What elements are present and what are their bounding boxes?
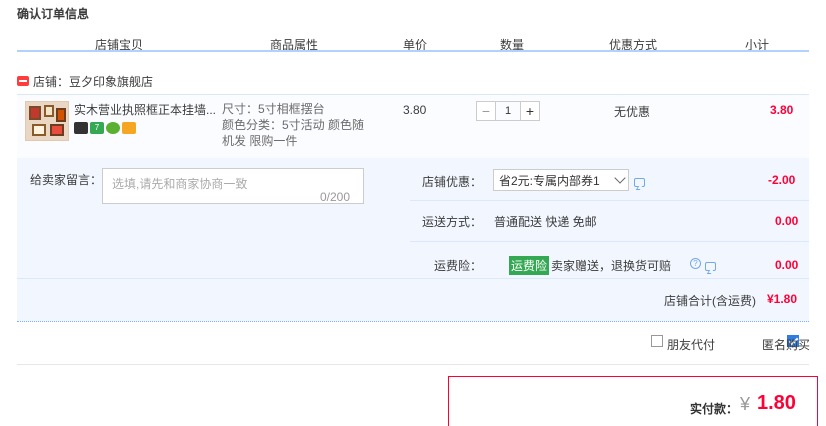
chat-icon[interactable]: [634, 178, 645, 187]
message-placeholder: 选填,请先和商家协商一致: [112, 177, 248, 191]
insurance-value: 0.00: [775, 258, 799, 272]
attr-line: 机发 限购一件: [222, 134, 298, 148]
chat-icon[interactable]: [704, 262, 716, 271]
payment-label: 实付款：: [690, 402, 739, 416]
insurance-tag: 运费险: [509, 256, 550, 275]
shop-total-value: ¥1.80: [767, 292, 798, 306]
bottom-divider: [17, 364, 809, 365]
page-title: 确认订单信息: [17, 7, 90, 21]
shop-total-label: 店铺合计(含运费): [664, 294, 756, 308]
options-divider: [17, 278, 809, 279]
quantity-stepper: − 1 +: [476, 101, 540, 121]
message-label: 给卖家留言：: [30, 173, 103, 187]
chevron-down-icon: [614, 172, 626, 184]
anonymous-label[interactable]: 匿名购买: [762, 336, 810, 353]
seven-day-return-icon[interactable]: 7: [90, 122, 104, 134]
seller-badge-icon[interactable]: [74, 122, 88, 134]
shop-discount-value: -2.00: [768, 173, 796, 187]
shop-name-link[interactable]: 豆夕印象旗舰店: [69, 73, 153, 90]
payment-amount: 1.80: [757, 392, 796, 414]
shipping-value: 0.00: [775, 214, 799, 228]
product-title-link[interactable]: 实木营业执照框正本挂墙...: [74, 101, 220, 118]
decrease-quantity-button[interactable]: −: [476, 101, 496, 121]
friend-pay-label[interactable]: 朋友代付: [667, 336, 715, 353]
product-thumbnail[interactable]: [25, 101, 69, 141]
help-icon[interactable]: ?: [690, 258, 701, 269]
shop-row: 店铺： 豆夕印象旗舰店: [17, 72, 153, 90]
shipping-label: 运送方式：: [422, 215, 483, 229]
insurance-text: 卖家赠送，退换货可赔: [551, 259, 672, 273]
item-subtotal: 3.80: [770, 103, 794, 117]
attr-line: 颜色分类：5寸活动 颜色随: [222, 118, 365, 132]
attr-line: 尺寸：5寸相框摆台: [222, 102, 325, 116]
card-payment-icon[interactable]: [122, 122, 136, 134]
shop-discount-label: 店铺优惠：: [422, 175, 483, 189]
payment-currency: ¥: [740, 394, 751, 414]
shop-icon: [17, 76, 29, 86]
quality-badge-icon[interactable]: [106, 122, 120, 134]
service-badges: 7: [74, 122, 136, 134]
increase-quantity-button[interactable]: +: [520, 101, 540, 121]
friend-pay-checkbox[interactable]: [651, 335, 663, 347]
options-divider: [410, 241, 809, 242]
unit-price: 3.80: [403, 103, 427, 117]
message-char-count: 0/200: [320, 190, 351, 204]
product-attributes: 尺寸：5寸相框摆台 颜色分类：5寸活动 颜色随 机发 限购一件: [222, 101, 372, 149]
discount-method: 无优惠: [614, 105, 651, 119]
quantity-input[interactable]: 1: [496, 101, 520, 121]
insurance-label: 运费险：: [434, 259, 483, 273]
shop-discount-select[interactable]: 省2元:专属内部券1: [493, 169, 629, 191]
shipping-method: 普通配送 快递 免邮: [494, 215, 597, 229]
shop-discount-selected: 省2元:专属内部券1: [499, 173, 600, 188]
header-divider: [17, 50, 809, 52]
options-divider: [410, 200, 809, 201]
shop-label: 店铺：: [33, 74, 70, 89]
